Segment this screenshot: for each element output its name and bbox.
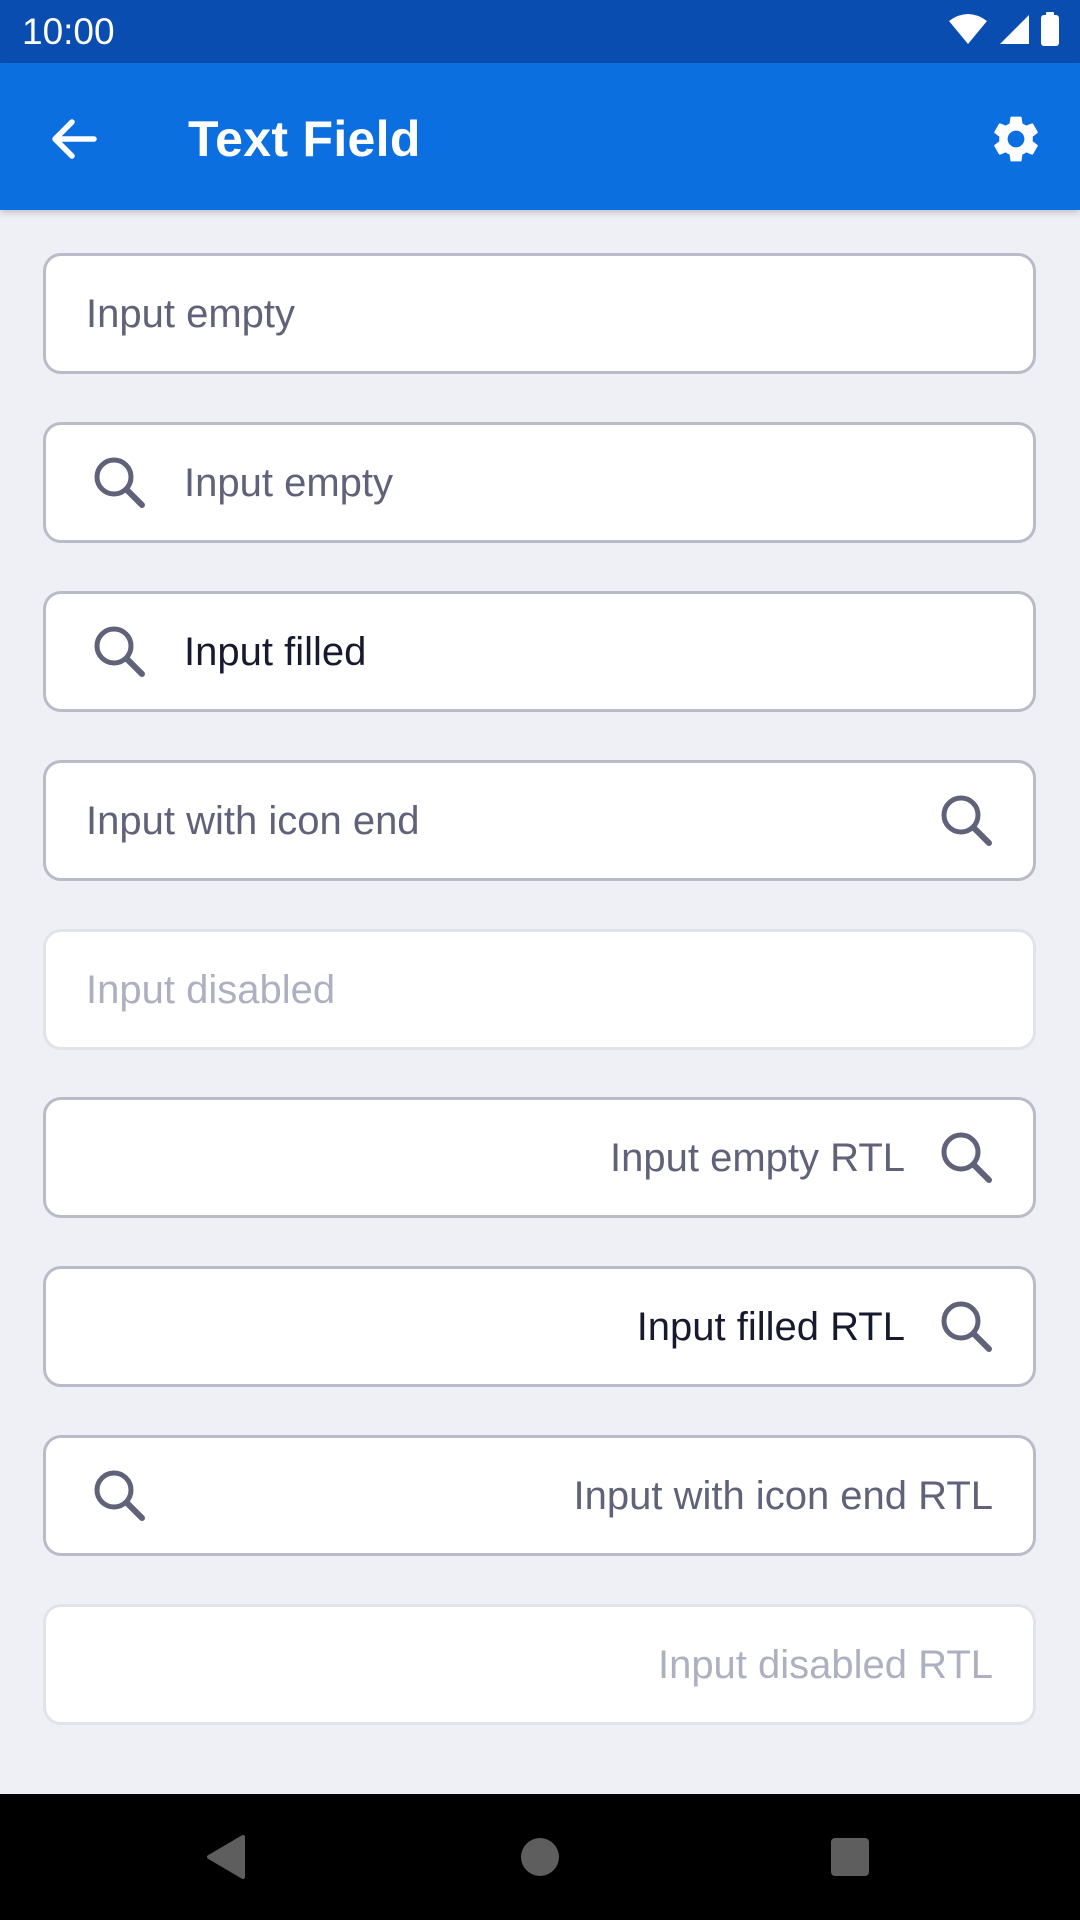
- text-field-empty[interactable]: Input empty: [43, 253, 1036, 374]
- nav-back-button[interactable]: [190, 1824, 260, 1894]
- cell-signal-icon: [998, 13, 1030, 50]
- back-button[interactable]: [36, 103, 112, 179]
- recents-square-icon: [830, 1837, 870, 1882]
- search-icon: [937, 1297, 997, 1357]
- gear-icon: [988, 111, 1044, 172]
- field-placeholder: Input disabled RTL: [657, 1642, 993, 1687]
- field-placeholder: Input with icon end RTL: [573, 1473, 993, 1518]
- app-bar: Text Field: [0, 63, 1080, 210]
- status-time: 10:00: [22, 11, 115, 52]
- home-circle-icon: [520, 1837, 560, 1882]
- settings-button[interactable]: [978, 103, 1054, 179]
- wifi-icon: [948, 13, 988, 50]
- text-field-search-filled[interactable]: Input filled: [43, 591, 1036, 712]
- nav-recents-button[interactable]: [815, 1824, 885, 1894]
- search-icon: [90, 1466, 150, 1526]
- text-field-search-empty[interactable]: Input empty: [43, 422, 1036, 543]
- battery-icon: [1040, 11, 1060, 51]
- field-placeholder: Input empty: [86, 291, 296, 336]
- page-title: Text Field: [188, 111, 421, 167]
- field-value: Input filled: [184, 629, 367, 674]
- text-field-disabled: Input disabled: [43, 929, 1036, 1050]
- arrow-back-icon: [50, 117, 98, 166]
- field-placeholder: Input empty RTL: [610, 1135, 905, 1180]
- search-icon: [90, 622, 150, 682]
- field-value: Input filled RTL: [636, 1304, 905, 1349]
- field-placeholder: Input with icon end: [86, 798, 420, 843]
- search-icon: [937, 1128, 997, 1188]
- text-field-empty-rtl[interactable]: Input empty RTL: [43, 1097, 1036, 1218]
- search-icon: [90, 453, 150, 513]
- text-field-filled-rtl[interactable]: Input filled RTL: [43, 1266, 1036, 1387]
- status-bar: 10:00: [0, 0, 1080, 63]
- field-placeholder: Input empty: [184, 460, 394, 505]
- system-nav-bar: [0, 1794, 1080, 1920]
- nav-home-button[interactable]: [505, 1824, 575, 1894]
- field-placeholder: Input disabled: [86, 967, 336, 1012]
- search-icon: [937, 791, 997, 851]
- text-field-disabled-rtl: Input disabled RTL: [43, 1604, 1036, 1725]
- back-triangle-icon: [203, 1833, 247, 1886]
- status-icons: [948, 11, 1060, 51]
- text-field-icon-end[interactable]: Input with icon end: [43, 760, 1036, 881]
- text-field-icon-end-rtl[interactable]: Input with icon end RTL: [43, 1435, 1036, 1556]
